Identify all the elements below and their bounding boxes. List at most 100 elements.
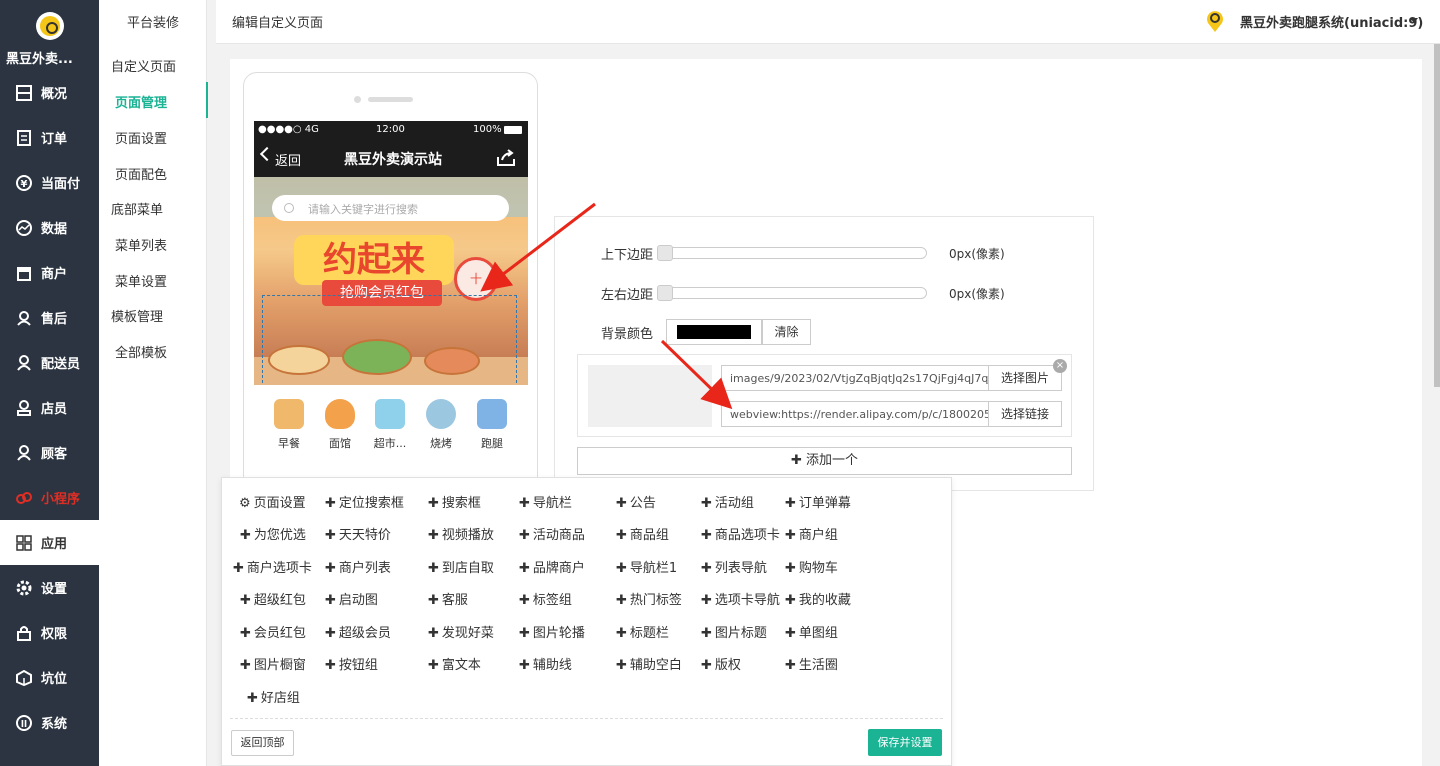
save-and-set-button[interactable]: 保存并设置 — [868, 729, 942, 756]
palette-item[interactable]: ✚ 商户组 — [785, 524, 838, 543]
palette-item[interactable]: ✚ 超级红包 — [240, 589, 306, 608]
palette-item[interactable]: ✚ 商品组 — [616, 524, 669, 543]
palette-item[interactable]: ✚ 版权 — [701, 654, 741, 673]
palette-item[interactable]: ✚ 到店自取 — [428, 557, 494, 576]
choose-link-button[interactable]: 选择链接 — [988, 401, 1062, 427]
nav-item-overview[interactable]: 概况 — [0, 70, 99, 115]
slider-handle[interactable] — [657, 245, 673, 261]
link-input[interactable]: webview:https://render.alipay.com/p/c/18… — [721, 401, 989, 427]
palette-item[interactable]: ✚ 公告 — [616, 492, 656, 511]
chevron-down-icon[interactable] — [1410, 18, 1418, 23]
palette-item[interactable]: ✚ 导航栏 — [519, 492, 572, 511]
palette-item[interactable]: ✚ 定位搜索框 — [325, 492, 404, 511]
nav-item-facepay[interactable]: ¥ 当面付 — [0, 160, 99, 205]
palette-item[interactable]: ✚ 标签组 — [519, 589, 572, 608]
clear-color-button[interactable]: 清除 — [762, 319, 811, 345]
nav-item-settings[interactable]: 设置 — [0, 565, 99, 610]
nav-item-staff[interactable]: 店员 — [0, 385, 99, 430]
palette-item[interactable]: ✚ 辅助线 — [519, 654, 572, 673]
close-icon[interactable]: × — [1053, 359, 1067, 373]
palette-item[interactable]: ✚ 好店组 — [247, 687, 300, 706]
palette-item[interactable]: ✚ 生活圈 — [785, 654, 838, 673]
palette-item-label: 搜索框 — [441, 496, 481, 511]
palette-item[interactable]: ✚ 标题栏 — [616, 622, 669, 641]
palette-item[interactable]: ✚ 热门标签 — [616, 589, 682, 608]
palette-item[interactable]: ✚ 活动组 — [701, 492, 754, 511]
plus-icon: ✚ — [428, 528, 439, 543]
category-item[interactable]: 超市... — [363, 399, 417, 451]
image-thumbnail[interactable] — [588, 365, 712, 427]
palette-item[interactable]: ✚ 视频播放 — [428, 524, 494, 543]
submenu-item-template-manage[interactable]: 模板管理 — [111, 306, 163, 325]
palette-item[interactable]: ✚ 按钮组 — [325, 654, 378, 673]
nav-item-apps[interactable]: 应用 — [0, 520, 99, 565]
submenu-item-custom-page[interactable]: 自定义页面 — [111, 56, 176, 75]
palette-item[interactable]: ✚ 商户选项卡 — [233, 557, 312, 576]
background-color-picker[interactable] — [666, 319, 762, 345]
category-item[interactable]: 早餐 — [262, 399, 316, 451]
submenu-item-page-colors[interactable]: 页面配色 — [115, 164, 167, 183]
page-title: 编辑自定义页面 — [232, 16, 324, 31]
nav-item-courier[interactable]: 配送员 — [0, 340, 99, 385]
customer-icon — [16, 444, 32, 461]
palette-item[interactable]: ✚ 活动商品 — [519, 524, 585, 543]
palette-item[interactable]: ✚ 单图组 — [785, 622, 838, 641]
submenu-item-page-manage[interactable]: 页面管理 — [115, 92, 167, 111]
nav-item-miniprogram[interactable]: 小程序 — [0, 475, 99, 520]
palette-item[interactable]: ✚ 搜索框 — [428, 492, 481, 511]
palette-item[interactable]: ✚ 导航栏1 — [616, 557, 677, 576]
category-label: 超市... — [373, 437, 407, 450]
palette-item[interactable]: ✚ 辅助空白 — [616, 654, 682, 673]
palette-item[interactable]: ✚ 订单弹幕 — [785, 492, 851, 511]
category-item[interactable]: 烧烤 — [414, 399, 468, 451]
palette-item[interactable]: ✚ 天天特价 — [325, 524, 391, 543]
palette-item[interactable]: ✚ 客服 — [428, 589, 468, 608]
margin-horizontal-slider[interactable] — [657, 285, 927, 301]
share-icon[interactable] — [496, 149, 516, 171]
submenu-item-menu-settings[interactable]: 菜单设置 — [115, 271, 167, 290]
palette-item[interactable]: ✚ 购物车 — [785, 557, 838, 576]
back-icon[interactable] — [259, 146, 275, 162]
add-item-button[interactable]: ✚ 添加一个 — [577, 447, 1072, 475]
image-path-input[interactable]: images/9/2023/02/VtjgZqBjqtJq2s17QjFgj4q… — [721, 365, 989, 391]
nav-item-order[interactable]: 订单 — [0, 115, 99, 160]
slider-handle[interactable] — [657, 285, 673, 301]
nav-item-slot[interactable]: 坑位 — [0, 655, 99, 700]
nav-item-aftersale[interactable]: 售后 — [0, 295, 99, 340]
palette-item[interactable]: ✚ 商品选项卡 — [701, 524, 780, 543]
palette-item[interactable]: ✚ 我的收藏 — [785, 589, 851, 608]
submenu-item-bottom-menu[interactable]: 底部菜单 — [111, 199, 163, 218]
back-to-top-button[interactable]: 返回顶部 — [231, 730, 294, 756]
submenu-item-menu-list[interactable]: 菜单列表 — [115, 235, 167, 254]
phone-search-bar[interactable]: 请输入关键字进行搜索 — [272, 195, 509, 221]
palette-item[interactable]: ✚ 会员红包 — [240, 622, 306, 641]
choose-image-button[interactable]: 选择图片 — [988, 365, 1062, 391]
nav-item-permission[interactable]: 权限 — [0, 610, 99, 655]
palette-item[interactable]: ⚙ 页面设置 — [239, 492, 306, 511]
category-item[interactable]: 跑腿 — [465, 399, 519, 451]
palette-item[interactable]: ✚ 图片轮播 — [519, 622, 585, 641]
nav-item-system[interactable]: ll 系统 — [0, 700, 99, 745]
palette-item[interactable]: ✚ 图片橱窗 — [240, 654, 306, 673]
margin-vertical-slider[interactable] — [657, 245, 927, 261]
submenu-item-all-templates[interactable]: 全部模板 — [115, 342, 167, 361]
palette-item[interactable]: ✚ 富文本 — [428, 654, 481, 673]
submenu-item-page-settings[interactable]: 页面设置 — [115, 128, 167, 147]
user-menu[interactable]: 黑豆外卖跑腿系统(uniacid:9) — [1240, 12, 1423, 31]
nav-item-merchant[interactable]: 商户 — [0, 250, 99, 295]
palette-item[interactable]: ✚ 品牌商户 — [519, 557, 585, 576]
palette-item[interactable]: ✚ 启动图 — [325, 589, 378, 608]
palette-item[interactable]: ✚ 商户列表 — [325, 557, 391, 576]
nav-item-customer[interactable]: 顾客 — [0, 430, 99, 475]
palette-item[interactable]: ✚ 图片标题 — [701, 622, 767, 641]
palette-item[interactable]: ✚ 选项卡导航 — [701, 589, 780, 608]
palette-item[interactable]: ✚ 超级会员 — [325, 622, 391, 641]
page-scrollbar[interactable] — [1434, 44, 1440, 387]
plus-icon: ✚ — [240, 626, 251, 641]
category-item[interactable]: 面馆 — [313, 399, 367, 451]
back-label[interactable]: 返回 — [275, 150, 301, 169]
palette-item[interactable]: ✚ 为您优选 — [240, 524, 306, 543]
nav-item-data[interactable]: 数据 — [0, 205, 99, 250]
palette-item[interactable]: ✚ 发现好菜 — [428, 622, 494, 641]
palette-item[interactable]: ✚ 列表导航 — [701, 557, 767, 576]
